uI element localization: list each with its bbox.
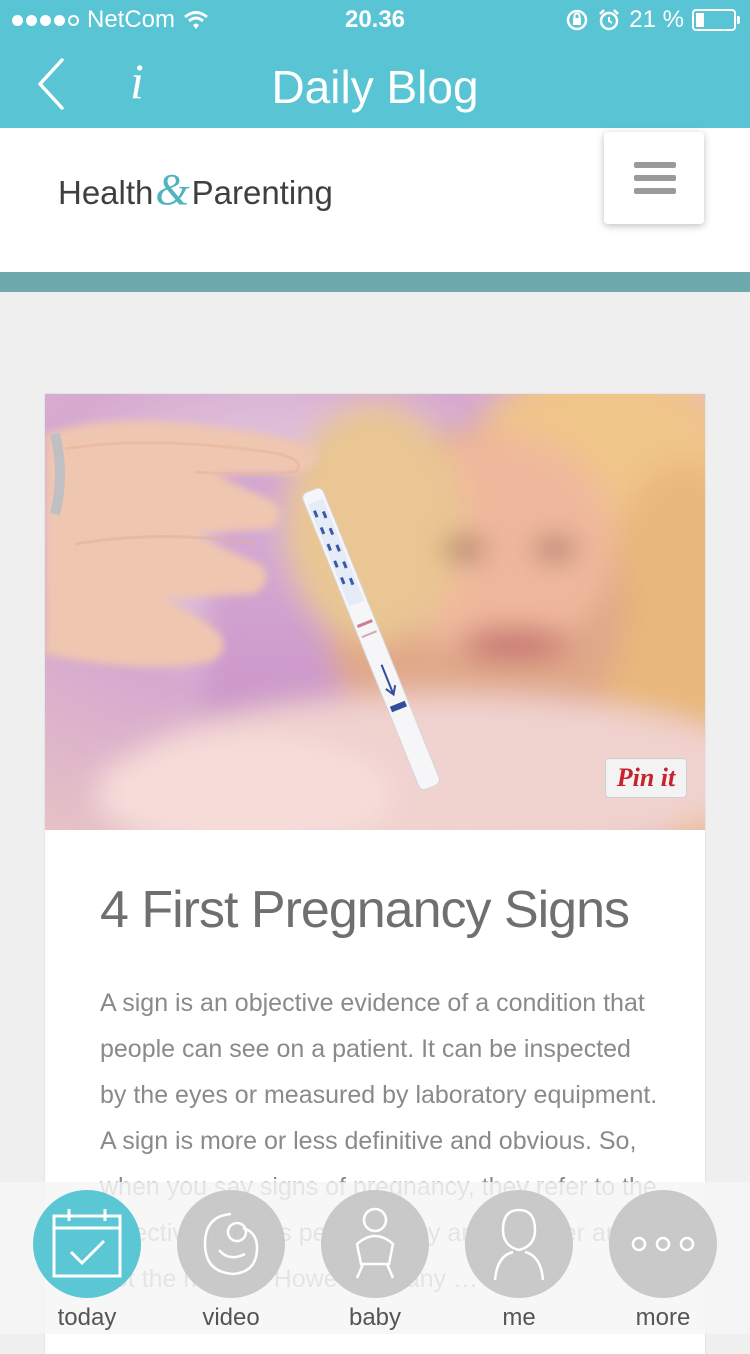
site-logo[interactable]: Health & Parenting — [58, 164, 333, 215]
nav-bar: i Daily Blog — [0, 40, 750, 128]
tab-label: today — [57, 1304, 117, 1331]
tab-more[interactable]: more — [609, 1190, 717, 1331]
tab-label: more — [635, 1304, 691, 1331]
more-dots-icon — [631, 1236, 695, 1252]
battery-icon — [692, 9, 740, 31]
baby-icon — [355, 1207, 395, 1279]
article-title[interactable]: 4 First Pregnancy Signs — [100, 880, 630, 940]
fetus-icon — [203, 1212, 259, 1276]
status-bar: NetCom 20.36 21 % — [0, 0, 750, 40]
menu-button[interactable] — [604, 132, 704, 224]
alarm-icon — [599, 9, 620, 31]
tab-label: video — [202, 1304, 260, 1331]
tab-video[interactable]: video — [177, 1190, 285, 1331]
page-title: Daily Blog — [271, 61, 479, 113]
header-divider — [0, 272, 750, 292]
tab-bar: today video baby me more — [0, 1182, 750, 1334]
status-right: 21 % — [565, 6, 740, 34]
tab-label: me — [502, 1304, 536, 1331]
tab-label: baby — [348, 1304, 402, 1331]
pin-it-button[interactable]: Pin it — [605, 758, 687, 798]
tab-me[interactable]: me — [465, 1190, 573, 1331]
site-header: Health & Parenting — [0, 128, 750, 272]
battery-percent: 21 % — [629, 6, 684, 33]
tab-baby[interactable]: baby — [321, 1190, 429, 1331]
logo-text-left: Health — [58, 174, 154, 211]
person-icon — [493, 1208, 545, 1281]
tab-today[interactable]: today — [33, 1190, 141, 1331]
calendar-check-icon — [52, 1209, 122, 1278]
rotation-lock-icon — [567, 9, 588, 31]
logo-ampersand: & — [155, 165, 190, 214]
logo-text-right: Parenting — [191, 174, 333, 211]
